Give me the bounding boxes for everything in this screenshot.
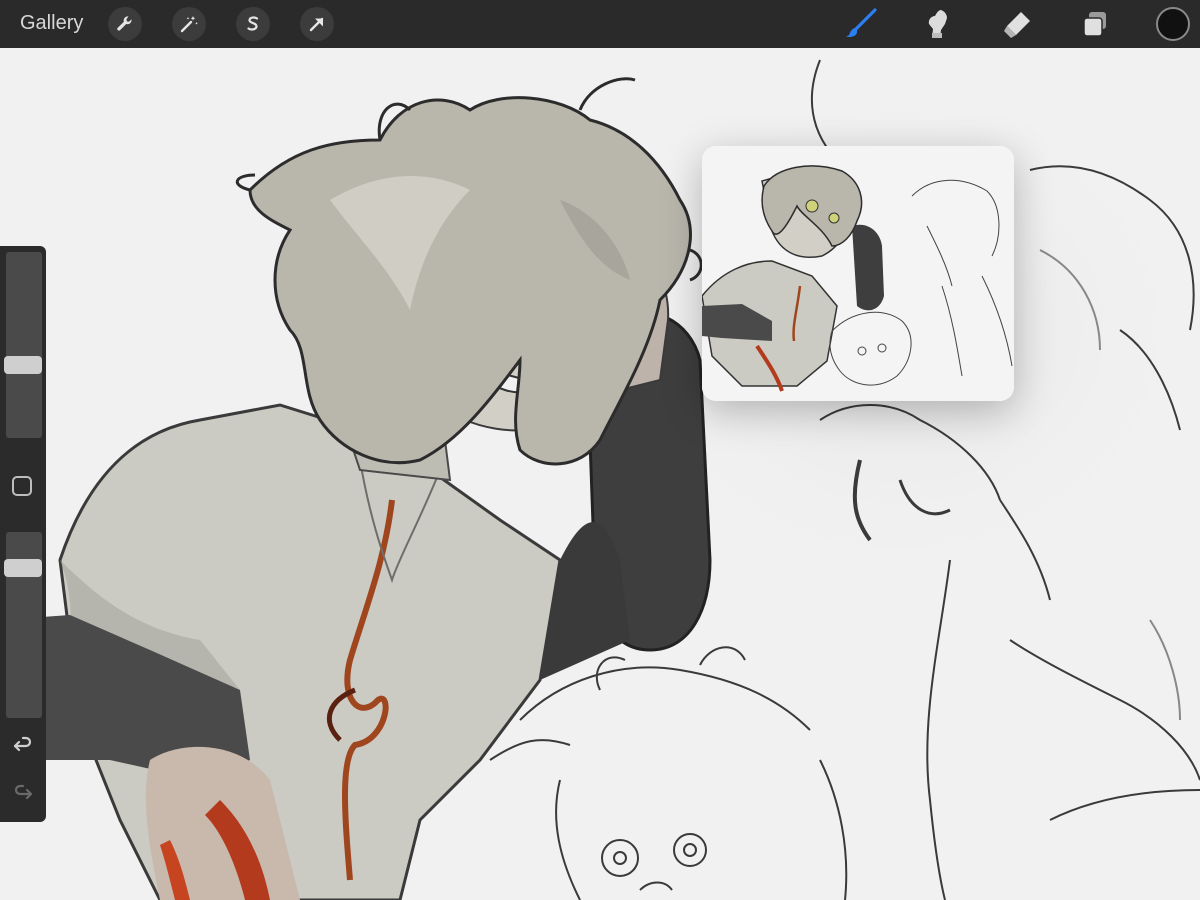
brush-tool-button[interactable]: [843, 6, 879, 42]
reference-thumbnail: [702, 146, 1014, 401]
magic-wand-icon: [179, 14, 199, 34]
top-toolbar: Gallery: [0, 0, 1200, 48]
brush-icon: [844, 7, 878, 41]
transform-button[interactable]: [300, 7, 334, 41]
eraser-icon: [1000, 7, 1034, 41]
transform-arrow-icon: [307, 14, 327, 34]
wrench-icon: [115, 14, 135, 34]
redo-icon: [11, 784, 35, 810]
layers-icon: [1078, 7, 1112, 41]
sketch-bottom: [489, 646, 848, 900]
opacity-thumb[interactable]: [4, 559, 42, 577]
drawing-canvas[interactable]: [0, 48, 1200, 900]
selection-s-icon: [243, 14, 263, 34]
selection-button[interactable]: [236, 7, 270, 41]
undo-button[interactable]: [11, 734, 35, 758]
redo-button[interactable]: [11, 782, 35, 806]
smudge-icon: [922, 7, 956, 41]
brush-size-slider[interactable]: [4, 252, 42, 438]
layers-button[interactable]: [1077, 6, 1113, 42]
left-sidebar: [0, 246, 46, 822]
modify-button[interactable]: [12, 476, 32, 496]
actions-button[interactable]: [108, 7, 142, 41]
color-picker-button[interactable]: [1156, 7, 1190, 41]
artwork: [0, 59, 1200, 900]
brush-size-thumb[interactable]: [4, 356, 42, 374]
undo-icon: [11, 736, 35, 762]
adjustments-button[interactable]: [172, 7, 206, 41]
smudge-tool-button[interactable]: [921, 6, 957, 42]
reference-window[interactable]: [702, 146, 1014, 401]
gallery-button[interactable]: Gallery: [20, 12, 83, 35]
opacity-slider[interactable]: [4, 532, 42, 718]
eraser-tool-button[interactable]: [999, 6, 1035, 42]
painted-figure: [0, 77, 712, 900]
